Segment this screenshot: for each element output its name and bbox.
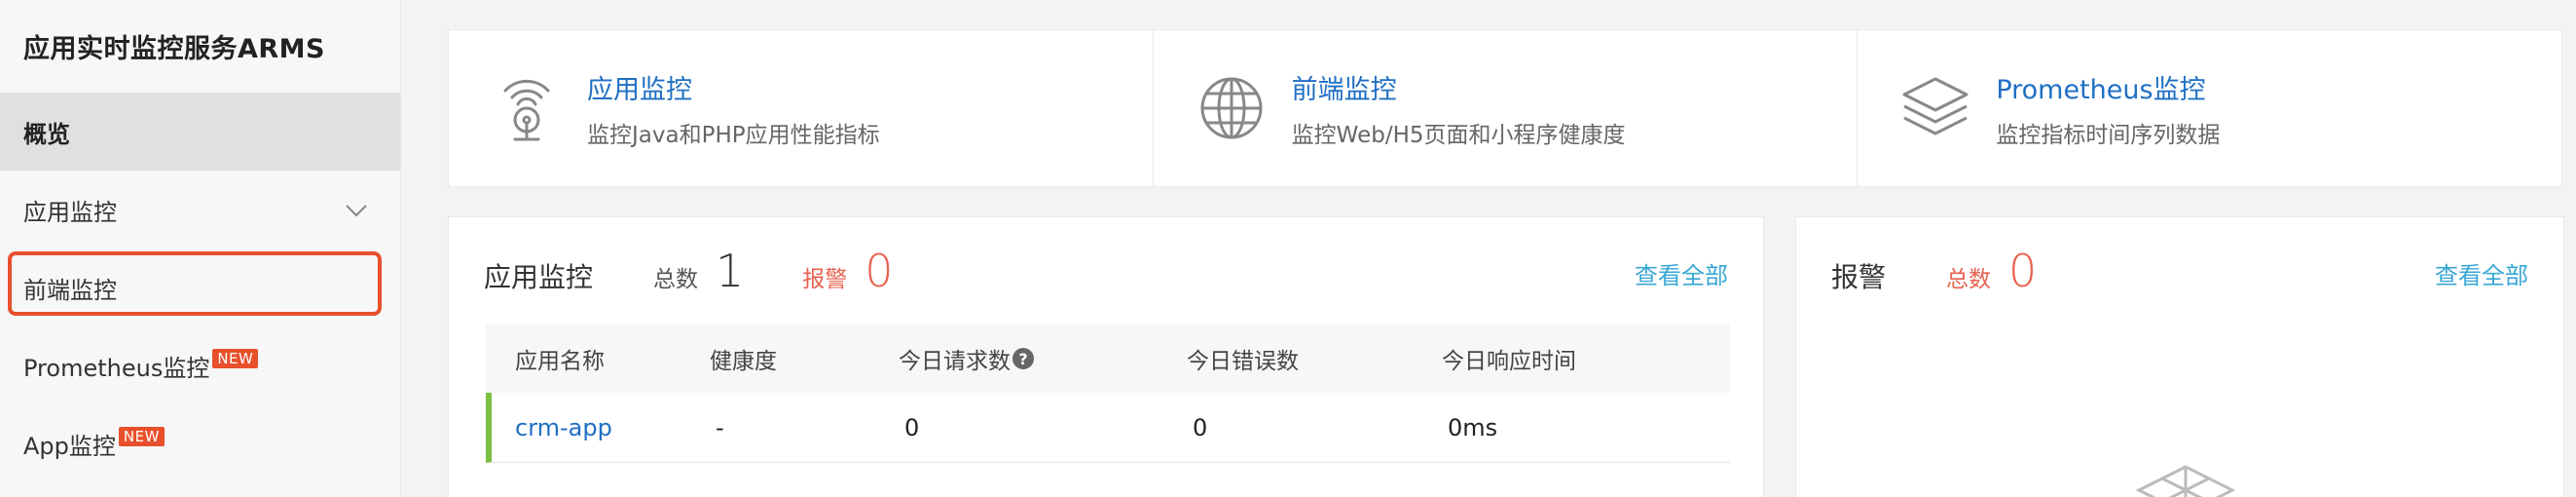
view-all-link[interactable]: 查看全部 (1635, 256, 1728, 290)
sidebar-item-label: 应用监控 (23, 198, 117, 226)
panel-title: 应用监控 (484, 261, 594, 293)
column-header: 健康度 (710, 349, 777, 374)
total-label: 总数 (1946, 267, 1992, 292)
sidebar: 应用实时监控服务ARMS 概览 应用监控 前端监控 Prometheus监控 N… (0, 0, 401, 497)
app-monitoring-panel: 应用监控 总数 1 报警 0 查看全部 应用名称 健康度 今日请求数 ? 今日错… (448, 216, 1764, 497)
product-card-prometheus[interactable]: Prometheus监控 监控指标时间序列数据 (1858, 30, 2561, 186)
chevron-down-icon[interactable] (344, 198, 369, 223)
sidebar-item-prometheus[interactable]: Prometheus监控 NEW (0, 326, 400, 404)
app-table: 应用名称 健康度 今日请求数 ? 今日错误数 今日响应时间 crm-app - … (486, 325, 1730, 463)
table-header: 应用名称 健康度 今日请求数 ? 今日错误数 今日响应时间 (486, 325, 1730, 393)
column-header: 今日响应时间 (1442, 349, 1576, 374)
view-all-link[interactable]: 查看全部 (2435, 256, 2528, 290)
highlight-box (8, 251, 382, 316)
total-label: 总数 (653, 267, 699, 292)
sidebar-item-frontend-monitoring[interactable]: 前端监控 (0, 248, 400, 326)
sidebar-item-label: Prometheus监控 (23, 354, 210, 382)
sidebar-item-overview[interactable]: 概览 (0, 93, 400, 171)
new-badge: NEW (212, 349, 259, 368)
panel-header: 应用监控 总数 1 报警 0 查看全部 (484, 245, 1728, 303)
globe-icon (1200, 77, 1263, 139)
panel-title: 报警 (1831, 261, 1887, 293)
column-header: 应用名称 (515, 349, 605, 374)
product-card-app-monitoring[interactable]: 应用监控 监控Java和PHP应用性能指标 (449, 30, 1154, 186)
panel-header: 报警 总数 0 查看全部 (1831, 245, 2528, 303)
total-count: 0 (2008, 245, 2038, 297)
sidebar-item-label: 概览 (23, 120, 70, 148)
alert-count: 0 (865, 245, 894, 297)
product-card-frontend-monitoring[interactable]: 前端监控 监控Web/H5页面和小程序健康度 (1154, 30, 1858, 186)
layers-icon (1902, 77, 1969, 135)
app-name-link[interactable]: crm-app (492, 414, 716, 441)
table-row[interactable]: crm-app - 0 0 0ms (486, 393, 1730, 463)
alert-panel: 报警 总数 0 查看全部 (1795, 216, 2564, 497)
product-title[interactable]: 应用监控 (587, 68, 880, 106)
sidebar-item-app[interactable]: App监控 NEW (0, 404, 400, 482)
alert-label: 报警 (802, 267, 848, 292)
product-cards: 应用监控 监控Java和PHP应用性能指标 前端监控 监控Web/H5页面和小程… (448, 29, 2562, 187)
health-cell: - (716, 413, 724, 441)
product-title[interactable]: 前端监控 (1292, 68, 1626, 106)
app-title: 应用实时监控服务ARMS (23, 34, 326, 64)
sidebar-item-label: App监控 (23, 432, 116, 460)
product-desc: 监控Java和PHP应用性能指标 (587, 122, 880, 148)
product-desc: 监控指标时间序列数据 (1996, 122, 2221, 148)
requests-cell: 0 (904, 413, 920, 441)
errors-cell: 0 (1193, 413, 1208, 441)
total-count: 1 (716, 245, 745, 297)
product-desc: 监控Web/H5页面和小程序健康度 (1291, 122, 1626, 148)
product-title[interactable]: Prometheus监控 (1996, 68, 2220, 106)
help-icon[interactable]: ? (1012, 348, 1034, 369)
column-header-label: 今日请求数 (899, 349, 1011, 374)
column-header: 今日错误数 (1187, 349, 1299, 374)
new-badge: NEW (118, 427, 165, 446)
empty-state-icon (2135, 465, 2236, 497)
response-time-cell: 0ms (1448, 413, 1498, 441)
wifi-tower-icon (503, 79, 550, 141)
column-header: 今日请求数 ? (899, 342, 1187, 375)
sidebar-item-app-monitoring[interactable]: 应用监控 (0, 171, 400, 248)
